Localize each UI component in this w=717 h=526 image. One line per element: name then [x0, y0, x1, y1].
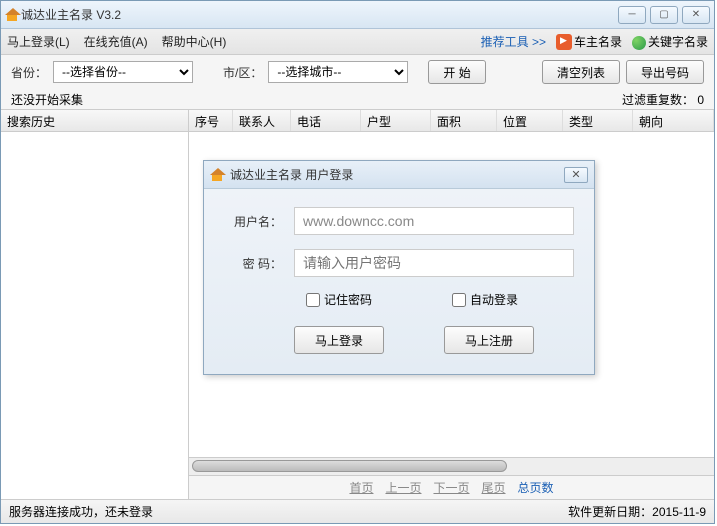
car-icon — [556, 34, 572, 50]
dialog-login-button[interactable]: 马上登录 — [294, 326, 384, 354]
keyword-dir-label: 关键字名录 — [648, 35, 708, 49]
collect-status: 还没开始采集 — [11, 91, 83, 108]
menu-help[interactable]: 帮助中心(H) — [162, 33, 227, 50]
sidebar: 搜索历史 — [1, 110, 189, 499]
window-buttons: ─ ▢ ✕ — [618, 6, 710, 24]
dialog-buttons: 马上登录 马上注册 — [224, 326, 574, 354]
pager-next[interactable]: 下一页 — [433, 479, 469, 496]
app-icon — [5, 7, 21, 23]
table-header: 序号 联系人 电话 户型 面积 位置 类型 朝向 — [189, 110, 714, 132]
pager-first[interactable]: 首页 — [349, 479, 373, 496]
pager: 首页 上一页 下一页 尾页 总页数 — [189, 475, 714, 499]
password-input[interactable] — [294, 249, 574, 277]
username-row: 用户名： — [224, 207, 574, 235]
province-select[interactable]: --选择省份-- — [53, 61, 193, 83]
export-button[interactable]: 导出号码 — [626, 60, 704, 84]
dialog-close-button[interactable]: ✕ — [564, 167, 588, 183]
car-directory-link[interactable]: 车主名录 — [556, 33, 622, 51]
globe-icon — [632, 36, 646, 50]
autologin-checkbox[interactable]: 自动登录 — [452, 291, 518, 308]
th-location[interactable]: 位置 — [497, 110, 563, 131]
menu-links: 推荐工具 >> 车主名录 关键字名录 — [481, 33, 708, 51]
pager-total: 总页数 — [518, 479, 554, 496]
car-dir-label: 车主名录 — [574, 35, 622, 49]
menu-login[interactable]: 马上登录(L) — [7, 33, 70, 50]
login-dialog: 诚达业主名录 用户登录 ✕ 用户名： 密 码： 记住密码 — [203, 160, 595, 375]
th-area[interactable]: 面积 — [431, 110, 497, 131]
statusbar: 服务器连接成功，还未登录 软件更新日期：2015-11-9 — [1, 499, 714, 523]
dialog-icon — [210, 167, 226, 183]
toolbar: 省份： --选择省份-- 市/区： --选择城市-- 开 始 清空列表 导出号码 — [1, 55, 714, 89]
dialog-register-button[interactable]: 马上注册 — [444, 326, 534, 354]
th-type[interactable]: 户型 — [361, 110, 431, 131]
pager-prev[interactable]: 上一页 — [385, 479, 421, 496]
filter-count: 0 — [697, 93, 704, 107]
scrollbar-thumb[interactable] — [192, 460, 507, 472]
table-area: 序号 联系人 电话 户型 面积 位置 类型 朝向 诚达业主名录 用户登录 ✕ — [189, 110, 714, 499]
menu-recharge[interactable]: 在线充值(A) — [84, 33, 148, 50]
dialog-title-text: 诚达业主名录 用户登录 — [230, 166, 353, 183]
sidebar-body — [1, 132, 188, 499]
remember-label: 记住密码 — [324, 291, 372, 308]
maximize-button[interactable]: ▢ — [650, 6, 678, 24]
username-label: 用户名： — [224, 213, 294, 230]
main-area: 搜索历史 序号 联系人 电话 户型 面积 位置 类型 朝向 诚达业主名录 用户登… — [1, 109, 714, 499]
filter-status: 过滤重复数： 0 — [622, 91, 704, 108]
dialog-titlebar: 诚达业主名录 用户登录 ✕ — [204, 161, 594, 189]
close-button[interactable]: ✕ — [682, 6, 710, 24]
menubar: 马上登录(L) 在线充值(A) 帮助中心(H) 推荐工具 >> 车主名录 关键字… — [1, 29, 714, 55]
password-row: 密 码： — [224, 249, 574, 277]
statusbar-left: 服务器连接成功，还未登录 — [9, 503, 153, 520]
update-date: 2015-11-9 — [652, 505, 706, 519]
window-title: 诚达业主名录 V3.2 — [21, 6, 618, 23]
province-label: 省份： — [11, 64, 47, 81]
dialog-body: 用户名： 密 码： 记住密码 自动登录 马上登录 — [204, 189, 594, 374]
horizontal-scrollbar[interactable] — [189, 457, 714, 475]
clear-button[interactable]: 清空列表 — [542, 60, 620, 84]
th-contact[interactable]: 联系人 — [233, 110, 291, 131]
main-window: 诚达业主名录 V3.2 ─ ▢ ✕ 马上登录(L) 在线充值(A) 帮助中心(H… — [0, 0, 715, 524]
sidebar-header: 搜索历史 — [1, 110, 188, 132]
recommend-link[interactable]: 推荐工具 >> — [481, 33, 546, 50]
username-input[interactable] — [294, 207, 574, 235]
titlebar: 诚达业主名录 V3.2 ─ ▢ ✕ — [1, 1, 714, 29]
password-label: 密 码： — [224, 255, 294, 272]
city-label: 市/区： — [223, 64, 262, 81]
filter-label: 过滤重复数： — [622, 93, 694, 107]
remember-checkbox[interactable]: 记住密码 — [306, 291, 372, 308]
update-label: 软件更新日期： — [568, 505, 652, 519]
th-seq[interactable]: 序号 — [189, 110, 233, 131]
th-kind[interactable]: 类型 — [563, 110, 633, 131]
pager-last[interactable]: 尾页 — [482, 479, 506, 496]
table-body: 诚达业主名录 用户登录 ✕ 用户名： 密 码： 记住密码 — [189, 132, 714, 457]
autologin-label: 自动登录 — [470, 291, 518, 308]
th-phone[interactable]: 电话 — [291, 110, 361, 131]
checkbox-row: 记住密码 自动登录 — [224, 291, 574, 308]
keyword-directory-link[interactable]: 关键字名录 — [632, 33, 708, 50]
statusbar-right: 软件更新日期：2015-11-9 — [568, 503, 706, 520]
start-button[interactable]: 开 始 — [428, 60, 485, 84]
th-facing[interactable]: 朝向 — [633, 110, 714, 131]
status-row: 还没开始采集 过滤重复数： 0 — [1, 89, 714, 109]
minimize-button[interactable]: ─ — [618, 6, 646, 24]
city-select[interactable]: --选择城市-- — [268, 61, 408, 83]
